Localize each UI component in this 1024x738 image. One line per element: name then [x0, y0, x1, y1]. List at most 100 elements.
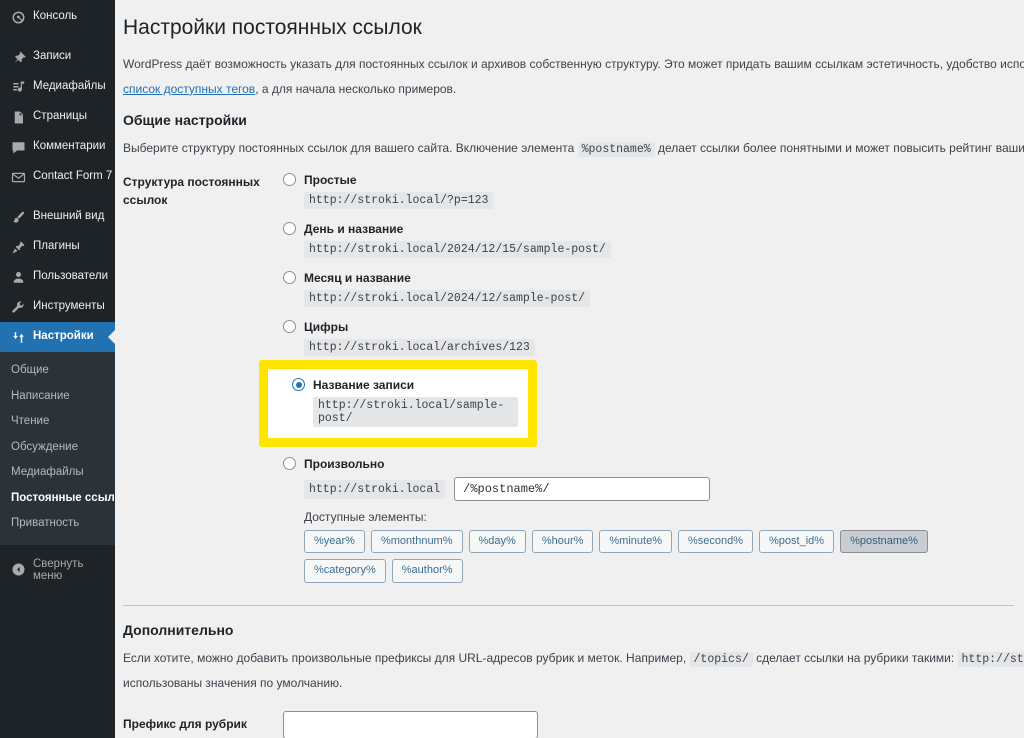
- sidebar-item-label: Contact Form 7: [33, 170, 113, 183]
- permalink-structure-label: Структура постоянных ссылок: [123, 175, 260, 207]
- available-tags-link[interactable]: список доступных тегов: [123, 82, 255, 96]
- radio-plain[interactable]: [283, 173, 296, 187]
- sidebar-item-label: Комментарии: [33, 140, 106, 153]
- sidebar-item-label: Пользователи: [33, 270, 109, 283]
- comment-icon: [9, 138, 27, 156]
- tag-button-postname[interactable]: %postname%: [840, 530, 928, 554]
- permalink-option-plain[interactable]: Простые http://stroki.local/?p=123: [283, 172, 1014, 210]
- topics-code-inline: /topics/: [689, 651, 753, 667]
- sidebar-item-label: Плагины: [33, 240, 80, 253]
- tag-button-author[interactable]: %author%: [391, 559, 463, 583]
- permalink-option-custom[interactable]: Произвольно http://stroki.local Доступны…: [283, 456, 1014, 583]
- submenu-item-discussion[interactable]: Обсуждение: [0, 435, 115, 461]
- dashboard-icon: [9, 8, 27, 26]
- sidebar-item-comments[interactable]: Комментарии: [0, 132, 115, 162]
- sidebar-divider: [0, 192, 115, 202]
- sidebar-item-label: Медиафайлы: [33, 80, 106, 93]
- page-intro-tail: , а для начала несколько примеров.: [255, 81, 457, 96]
- permalink-option-url: http://stroki.local/2024/12/15/sample-po…: [304, 241, 611, 259]
- custom-structure-row: http://stroki.local: [304, 477, 1014, 502]
- pin-icon: [9, 48, 27, 66]
- page-icon: [9, 108, 27, 126]
- tag-button-day[interactable]: %day%: [468, 530, 526, 554]
- general-desc-before: Выберите структуру постоянных ссылок для…: [123, 141, 575, 156]
- permalink-option-label: Месяц и название: [304, 270, 411, 285]
- page-intro-line2: список доступных тегов, а для начала нес…: [123, 80, 1014, 99]
- sidebar-item-plugins[interactable]: Плагины: [0, 232, 115, 262]
- tag-button-minute[interactable]: %minute%: [599, 530, 672, 554]
- sidebar-item-label: Страницы: [33, 110, 87, 123]
- sidebar-item-dashboard[interactable]: Консоль: [0, 2, 115, 32]
- permalink-option-label: Простые: [304, 172, 357, 187]
- permalink-option-url: http://stroki.local/?p=123: [304, 192, 494, 210]
- page-title: Настройки постоянных ссылок: [123, 16, 422, 39]
- collapse-menu-button[interactable]: Свернуть меню: [0, 555, 115, 585]
- submenu-item-writing[interactable]: Написание: [0, 384, 115, 410]
- collapse-menu-label: Свернуть меню: [33, 557, 84, 582]
- sidebar-item-pages[interactable]: Страницы: [0, 102, 115, 132]
- submenu-item-reading[interactable]: Чтение: [0, 409, 115, 435]
- sidebar-divider: [0, 32, 115, 42]
- submenu-item-general[interactable]: Общие: [0, 358, 115, 384]
- plugin-icon: [9, 238, 27, 256]
- radio-custom[interactable]: [283, 457, 296, 471]
- wordpress-admin-screen: Консоль Записи Медиафайлы Страницы Комме…: [0, 0, 1024, 738]
- permalink-option-post-name[interactable]: Название записи http://stroki.local/samp…: [278, 378, 518, 428]
- category-prefix-input[interactable]: [283, 711, 538, 738]
- tag-button-hour[interactable]: %hour%: [531, 530, 594, 554]
- permalink-option-label: Цифры: [304, 319, 349, 334]
- additional-description-line2: использованы значения по умолчанию.: [123, 676, 343, 691]
- postname-code-inline: %postname%: [577, 142, 655, 158]
- sidebar-item-appearance[interactable]: Внешний вид: [0, 202, 115, 232]
- permalink-option-label: Произвольно: [304, 456, 385, 471]
- user-icon: [9, 268, 27, 286]
- sidebar-item-contact-form-7[interactable]: Contact Form 7: [0, 162, 115, 192]
- category-prefix-row: Префикс для рубрик: [123, 711, 1014, 738]
- sidebar-item-label: Консоль: [33, 10, 78, 23]
- tag-button-year[interactable]: %year%: [304, 530, 365, 554]
- tag-button-post-id[interactable]: %post_id%: [759, 530, 835, 554]
- submenu-item-permalinks[interactable]: Постоянные ссылки: [0, 486, 128, 512]
- tag-button-monthnum[interactable]: %monthnum%: [370, 530, 463, 554]
- radio-day-and-name[interactable]: [283, 222, 296, 236]
- custom-base-url: http://stroki.local: [304, 479, 446, 499]
- category-prefix-label: Префикс для рубрик: [123, 717, 247, 732]
- page-intro-line1: WordPress даёт возможность указать для п…: [123, 55, 1024, 74]
- page-intro-text: WordPress даёт возможность указать для п…: [123, 57, 1024, 72]
- permalink-option-label: День и название: [304, 221, 404, 236]
- sidebar-item-settings[interactable]: Настройки: [0, 322, 115, 352]
- sliders-icon: [9, 328, 27, 346]
- additional-settings-heading: Дополнительно: [123, 621, 234, 638]
- permalink-option-day-and-name[interactable]: День и название http://stroki.local/2024…: [283, 221, 1014, 259]
- permalink-option-url: http://stroki.local/sample-post/: [313, 397, 518, 428]
- radio-month-and-name[interactable]: [283, 271, 296, 285]
- sidebar-item-tools[interactable]: Инструменты: [0, 292, 115, 322]
- submenu-item-privacy[interactable]: Приватность: [0, 511, 115, 537]
- main-content: Настройки постоянных ссылок WordPress да…: [115, 0, 1024, 738]
- permalink-structure-options: Простые http://stroki.local/?p=123 День …: [259, 172, 1014, 583]
- tag-button-second[interactable]: %second%: [677, 530, 754, 554]
- admin-sidebar: Консоль Записи Медиафайлы Страницы Комме…: [0, 0, 128, 738]
- available-elements-label: Доступные элементы:: [304, 510, 427, 525]
- custom-structure-input[interactable]: [454, 477, 711, 502]
- permalink-option-url: http://stroki.local/archives/123: [304, 339, 535, 357]
- permalink-option-month-and-name[interactable]: Месяц и название http://stroki.local/202…: [283, 270, 1014, 308]
- additional-description-line1: Если хотите, можно добавить произвольные…: [123, 649, 1024, 669]
- permalink-option-numeric[interactable]: Цифры http://stroki.local/archives/123: [283, 319, 1014, 357]
- sidebar-item-label: Внешний вид: [33, 210, 105, 223]
- sidebar-item-label: Записи: [33, 50, 72, 63]
- submenu-item-media[interactable]: Медиафайлы: [0, 460, 115, 486]
- radio-numeric[interactable]: [283, 320, 296, 334]
- additional-desc-part2: сделает ссылки на рубрики такими:: [756, 650, 955, 665]
- sidebar-item-posts[interactable]: Записи: [0, 42, 115, 72]
- collapse-arrow-icon: [9, 561, 27, 579]
- tag-button-category[interactable]: %category%: [304, 559, 386, 583]
- permalink-option-url: http://stroki.local/2024/12/sample-post/: [304, 290, 591, 308]
- media-icon: [9, 78, 27, 96]
- sidebar-item-users[interactable]: Пользователи: [0, 262, 115, 292]
- sidebar-item-media[interactable]: Медиафайлы: [0, 72, 115, 102]
- radio-post-name[interactable]: [292, 378, 305, 392]
- sidebar-item-label: Инструменты: [33, 300, 105, 313]
- permalink-option-post-name-highlight: Название записи http://stroki.local/samp…: [259, 360, 537, 448]
- wrench-icon: [9, 298, 27, 316]
